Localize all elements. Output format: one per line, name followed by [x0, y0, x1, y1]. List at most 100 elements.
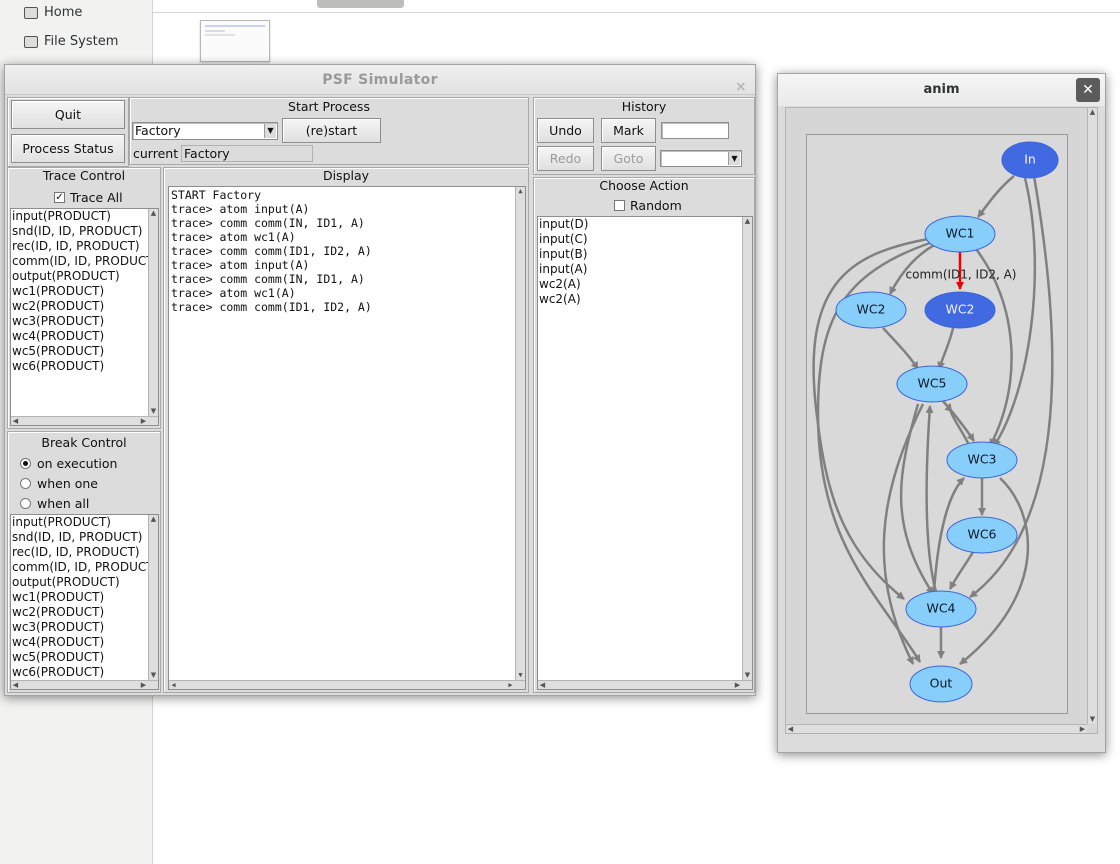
scroll-up-icon[interactable]: ▲	[149, 515, 158, 524]
scroll-right-icon[interactable]: ▶	[733, 681, 742, 689]
list-item[interactable]: output(PRODUCT)	[12, 269, 158, 284]
chevron-down-icon[interactable]: ▼	[264, 124, 276, 138]
node-label: WC3	[967, 452, 996, 467]
scroll-up-icon[interactable]: ▲	[516, 187, 525, 196]
display-output[interactable]: START Factory trace> atom input(A) trace…	[168, 186, 526, 690]
list-item[interactable]: input(B)	[539, 247, 752, 262]
chevron-down-icon[interactable]: ▼	[728, 152, 740, 165]
scroll-up-icon[interactable]: ▲	[743, 217, 752, 226]
edge-wc5-out	[882, 403, 925, 665]
horizontal-scrollbar[interactable]: ◀ ▶	[538, 680, 752, 689]
list-item[interactable]: input(PRODUCT)	[12, 515, 158, 530]
goto-select[interactable]: ▼	[660, 150, 742, 167]
list-item[interactable]: wc4(PRODUCT)	[12, 329, 158, 344]
list-item[interactable]: rec(ID, ID, PRODUCT)	[12, 239, 158, 254]
scroll-right-icon[interactable]: ▶	[506, 681, 515, 689]
quit-button[interactable]: Quit	[11, 100, 125, 129]
node-wc3[interactable]: WC3	[946, 441, 1018, 479]
list-item[interactable]: wc1(PRODUCT)	[12, 590, 158, 605]
list-item[interactable]: input(PRODUCT)	[12, 209, 158, 224]
node-wc5[interactable]: WC5	[896, 365, 968, 403]
action-list[interactable]: input(D) input(C) input(B) input(A) wc2(…	[537, 216, 753, 690]
trace-control-panel: Trace Control ✓ Trace All input(PRODUCT)…	[7, 167, 161, 429]
list-item[interactable]: wc2(PRODUCT)	[12, 299, 158, 314]
list-item[interactable]: input(A)	[539, 262, 752, 277]
node-label: In	[1024, 152, 1036, 167]
trace-all-checkbox[interactable]: ✓ Trace All	[54, 190, 123, 205]
list-item[interactable]: wc4(PRODUCT)	[12, 635, 158, 650]
places-item-home[interactable]: Home	[24, 5, 82, 20]
list-item[interactable]: snd(ID, ID, PRODUCT)	[12, 530, 158, 545]
edge-wc3-wc5	[944, 403, 970, 444]
node-out[interactable]: Out	[909, 665, 973, 703]
vertical-scrollbar[interactable]: ▲ ▼	[742, 217, 752, 680]
radio-when-all[interactable]: when all	[20, 496, 89, 511]
process-select[interactable]: Factory ▼	[132, 122, 278, 140]
places-item-label: File System	[44, 34, 119, 49]
list-item[interactable]: input(C)	[539, 232, 752, 247]
list-item[interactable]: output(PRODUCT)	[12, 575, 158, 590]
list-item[interactable]: wc3(PRODUCT)	[12, 620, 158, 635]
list-item[interactable]: wc2(A)	[539, 292, 752, 307]
list-item[interactable]: wc1(PRODUCT)	[12, 284, 158, 299]
list-item[interactable]: snd(ID, ID, PRODUCT)	[12, 224, 158, 239]
scroll-left-icon[interactable]: ◀	[11, 681, 20, 689]
start-process-panel: Start Process Factory ▼ (re)start curren…	[129, 97, 529, 165]
radio-on-execution[interactable]: on execution	[20, 456, 117, 471]
node-wc2-right[interactable]: WC2	[924, 291, 996, 329]
node-in[interactable]: In	[1001, 141, 1059, 179]
goto-button[interactable]: Goto	[601, 146, 656, 171]
redo-button[interactable]: Redo	[537, 146, 594, 171]
restart-button[interactable]: (re)start	[282, 118, 381, 143]
scroll-left-icon[interactable]: ◀	[11, 417, 20, 425]
list-item[interactable]: comm(ID, ID, PRODUCT)	[12, 560, 158, 575]
node-wc6[interactable]: WC6	[946, 516, 1018, 554]
vertical-scrollbar[interactable]: ▲ ▼	[148, 209, 158, 416]
scroll-down-icon[interactable]: ▼	[149, 671, 158, 680]
horizontal-scrollbar[interactable]: ◀ ▶	[11, 680, 158, 689]
list-item[interactable]: input(D)	[539, 217, 752, 232]
scroll-right-icon[interactable]: ▶	[139, 417, 148, 425]
list-item[interactable]: wc6(PRODUCT)	[12, 665, 158, 680]
list-item[interactable]: wc6(PRODUCT)	[12, 359, 158, 374]
random-checkbox[interactable]: Random	[614, 198, 682, 213]
scroll-right-icon[interactable]: ▶	[139, 681, 148, 689]
horizontal-scrollbar[interactable]: ◀ ▶	[11, 416, 158, 425]
undo-button[interactable]: Undo	[537, 118, 594, 143]
file-manager-tab[interactable]	[317, 0, 404, 8]
list-item[interactable]: rec(ID, ID, PRODUCT)	[12, 545, 158, 560]
break-list[interactable]: input(PRODUCT) snd(ID, ID, PRODUCT) rec(…	[10, 514, 159, 690]
places-item-file-system[interactable]: File System	[24, 34, 118, 49]
mark-name-input[interactable]	[661, 122, 729, 139]
trace-control-header: Trace Control	[42, 168, 126, 183]
list-item[interactable]: wc2(PRODUCT)	[12, 605, 158, 620]
vertical-scrollbar[interactable]: ▲ ▼	[515, 187, 525, 680]
radio-when-one[interactable]: when one	[20, 476, 98, 491]
list-item[interactable]: wc2(A)	[539, 277, 752, 292]
node-wc2-left[interactable]: WC2	[835, 291, 907, 329]
list-item[interactable]: wc5(PRODUCT)	[12, 650, 158, 665]
scroll-up-icon[interactable]: ▲	[149, 209, 158, 218]
node-label: WC4	[926, 601, 955, 616]
radio-label: when one	[37, 476, 98, 491]
scroll-down-icon[interactable]: ▼	[743, 671, 752, 680]
trace-list[interactable]: input(PRODUCT) snd(ID, ID, PRODUCT) rec(…	[10, 208, 159, 426]
list-item[interactable]: comm(ID, ID, PRODUCT)	[12, 254, 158, 269]
horizontal-scrollbar[interactable]: ◀ ▶	[169, 680, 525, 689]
node-wc1[interactable]: WC1	[924, 215, 996, 253]
edge-wc2-wc5	[882, 327, 920, 370]
process-status-button[interactable]: Process Status	[11, 134, 125, 163]
scroll-down-icon[interactable]: ▼	[516, 671, 525, 680]
list-item[interactable]: wc3(PRODUCT)	[12, 314, 158, 329]
scroll-left-icon[interactable]: ◀	[169, 681, 178, 689]
mark-button[interactable]: Mark	[601, 118, 656, 143]
edge-wc2b-wc5	[937, 327, 955, 370]
list-item[interactable]: wc5(PRODUCT)	[12, 344, 158, 359]
vertical-scrollbar[interactable]: ▲ ▼	[148, 515, 158, 680]
scroll-left-icon[interactable]: ◀	[538, 681, 547, 689]
file-thumbnail[interactable]	[200, 20, 270, 62]
scroll-down-icon[interactable]: ▼	[149, 407, 158, 416]
trace-all-label: Trace All	[70, 190, 123, 205]
node-wc4[interactable]: WC4	[905, 590, 977, 628]
window-titlebar[interactable]: PSF Simulator ×	[5, 65, 755, 95]
